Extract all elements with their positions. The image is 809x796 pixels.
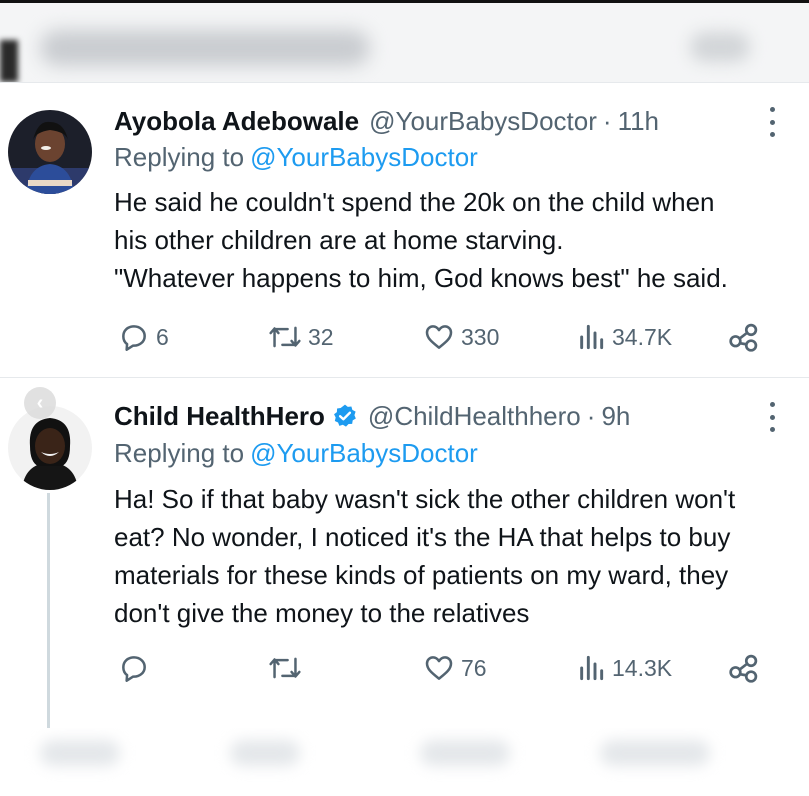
blurred-title xyxy=(40,30,370,66)
reply-icon xyxy=(122,656,146,682)
blurred-footer xyxy=(0,728,809,796)
body-line: don't give the money to the relatives xyxy=(114,598,530,628)
views-icon xyxy=(580,655,604,681)
blurred-item xyxy=(600,740,710,766)
retweet-count: 32 xyxy=(308,323,334,350)
body-line: materials for these kinds of patients on… xyxy=(114,560,729,590)
share-icon xyxy=(729,323,758,352)
timestamp[interactable]: 11h xyxy=(618,106,659,137)
body-line: his other children are at home starving. xyxy=(114,225,564,255)
replying-to: Replying to @YourBabysDoctor xyxy=(114,142,478,176)
blurred-item xyxy=(230,740,300,766)
body-line: "Whatever happens to him, God knows best… xyxy=(114,263,728,293)
tweet-2[interactable]: ‹ Child HealthHero @ChildHealthhero · 9h… xyxy=(0,378,809,728)
blurred-item xyxy=(420,740,510,766)
top-edge xyxy=(0,0,809,3)
separator-dot: · xyxy=(586,400,596,431)
like-count: 76 xyxy=(461,654,487,681)
author-handle[interactable]: @ChildHealthhero xyxy=(368,401,581,432)
more-icon[interactable] xyxy=(766,107,778,137)
views-button[interactable]: 34.7K xyxy=(576,317,672,357)
replying-prefix: Replying to xyxy=(114,438,245,468)
tweet-1[interactable]: Ayobola Adebowale @YourBabysDoctor · 11h… xyxy=(0,83,809,377)
views-icon xyxy=(580,324,604,350)
heart-icon xyxy=(425,656,453,680)
body-line: Ha! So if that baby wasn't sick the othe… xyxy=(114,484,736,514)
views-count: 14.3K xyxy=(612,654,673,681)
avatar[interactable] xyxy=(8,110,92,194)
blurred-header xyxy=(0,0,809,82)
author-name[interactable]: Child HealthHero xyxy=(114,401,325,432)
body-line: eat? No wonder, I noticed it's the HA th… xyxy=(114,522,731,552)
blurred-item xyxy=(40,740,120,766)
reply-button[interactable]: 6 xyxy=(118,317,169,357)
reply-count: 6 xyxy=(156,323,169,350)
blurred-corner xyxy=(0,40,18,82)
verified-badge-icon xyxy=(333,404,356,427)
back-chevron-icon[interactable]: ‹ xyxy=(24,387,56,419)
timestamp[interactable]: 9h xyxy=(601,401,630,432)
tweet-body: He said he couldn't spend the 20k on the… xyxy=(114,183,784,297)
share-button[interactable] xyxy=(727,317,761,357)
reply-icon xyxy=(122,325,146,351)
more-icon[interactable] xyxy=(766,402,778,432)
retweet-icon xyxy=(269,326,301,348)
replying-prefix: Replying to xyxy=(114,142,245,172)
body-line: He said he couldn't spend the 20k on the… xyxy=(114,187,715,217)
separator-dot: · xyxy=(602,105,612,136)
action-bar: 76 14.3K xyxy=(0,648,809,688)
tweet-body: Ha! So if that baby wasn't sick the othe… xyxy=(114,480,784,632)
like-button[interactable]: 76 xyxy=(423,648,487,688)
avatar-photo xyxy=(8,110,92,194)
retweet-button[interactable] xyxy=(268,648,308,688)
views-button[interactable]: 14.3K xyxy=(576,648,672,688)
share-button[interactable] xyxy=(727,648,761,688)
replying-mention[interactable]: @YourBabysDoctor xyxy=(250,438,478,468)
avatar-photo xyxy=(8,406,92,490)
replying-mention[interactable]: @YourBabysDoctor xyxy=(250,142,478,172)
reply-button[interactable] xyxy=(118,648,156,688)
retweet-icon xyxy=(269,657,301,679)
views-count: 34.7K xyxy=(612,323,673,350)
like-button[interactable]: 330 xyxy=(423,317,499,357)
author-name[interactable]: Ayobola Adebowale xyxy=(114,106,359,137)
author-handle[interactable]: @YourBabysDoctor xyxy=(369,106,597,137)
heart-icon xyxy=(425,325,453,349)
like-count: 330 xyxy=(461,323,500,350)
action-bar: 6 32 330 34.7K xyxy=(0,317,809,357)
blurred-header-action xyxy=(690,32,750,62)
replying-to: Replying to @YourBabysDoctor xyxy=(114,438,478,472)
retweet-button[interactable]: 32 xyxy=(268,317,334,357)
share-icon xyxy=(729,654,758,683)
avatar[interactable] xyxy=(8,406,92,490)
